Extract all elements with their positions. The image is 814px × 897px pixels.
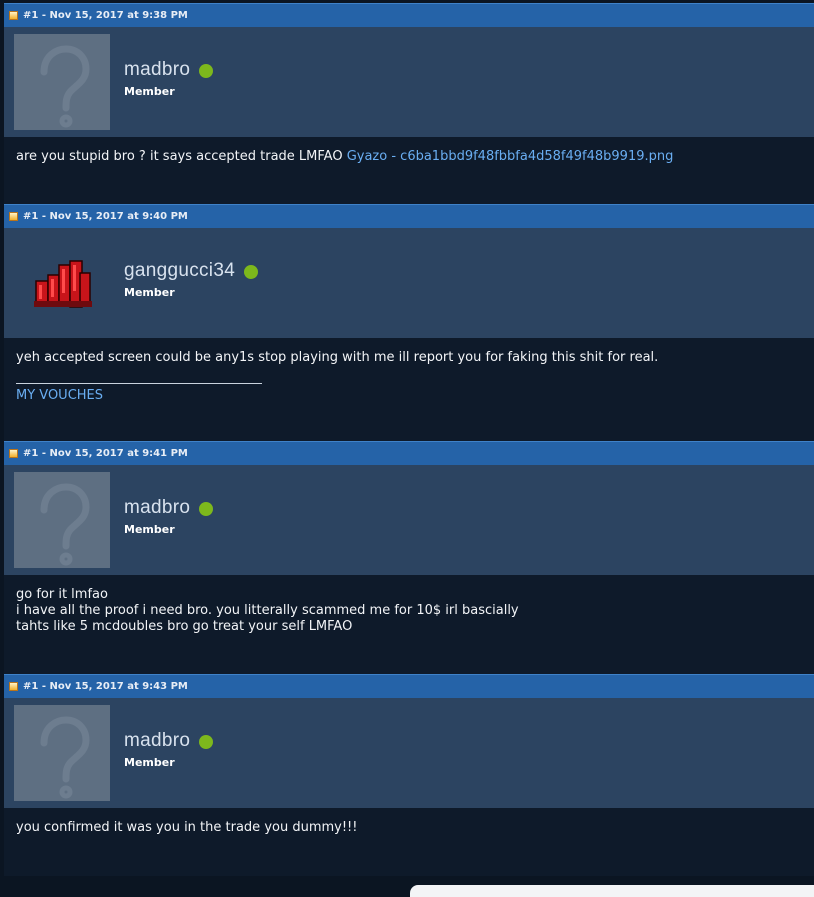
user-panel: madbro Member <box>4 698 814 808</box>
user-panel: madbro Member <box>4 27 814 137</box>
post-icon <box>9 682 18 691</box>
thread: #1 - Nov 15, 2017 at 9:38 PM madbro Memb… <box>4 3 814 876</box>
post: #1 - Nov 15, 2017 at 9:38 PM madbro Memb… <box>4 3 814 204</box>
post-text-line: tahts like 5 mcdoubles bro go treat your… <box>16 619 353 634</box>
post-permalink[interactable]: #1 - Nov 15, 2017 at 9:40 PM <box>23 211 188 222</box>
post-text-line: i have all the proof i need bro. you lit… <box>16 603 519 618</box>
user-title: Member <box>124 522 175 536</box>
user-title: Member <box>124 755 175 769</box>
bottom-edge-panel <box>410 885 814 897</box>
post-header: #1 - Nov 15, 2017 at 9:41 PM <box>4 441 814 465</box>
post: #1 - Nov 15, 2017 at 9:40 PM ganggucci34… <box>4 204 814 441</box>
post-body: go for it lmfao i have all the proof i n… <box>4 575 814 674</box>
default-avatar-icon[interactable] <box>14 472 110 568</box>
post: #1 - Nov 15, 2017 at 9:43 PM madbro Memb… <box>4 674 814 876</box>
username-link[interactable]: madbro <box>124 497 190 519</box>
post-icon <box>9 212 18 221</box>
username-link[interactable]: madbro <box>124 730 190 752</box>
user-title: Member <box>124 285 175 299</box>
post-permalink[interactable]: #1 - Nov 15, 2017 at 9:38 PM <box>23 10 188 21</box>
red-hand-avatar-icon[interactable] <box>14 235 110 331</box>
post-permalink[interactable]: #1 - Nov 15, 2017 at 9:41 PM <box>23 448 188 459</box>
post-body: are you stupid bro ? it says accepted tr… <box>4 137 814 204</box>
post-permalink[interactable]: #1 - Nov 15, 2017 at 9:43 PM <box>23 681 188 692</box>
post-header: #1 - Nov 15, 2017 at 9:43 PM <box>4 674 814 698</box>
signature-divider <box>16 383 262 384</box>
default-avatar-icon[interactable] <box>14 705 110 801</box>
user-panel: madbro Member <box>4 465 814 575</box>
post-icon <box>9 449 18 458</box>
user-title: Member <box>124 84 175 98</box>
post: #1 - Nov 15, 2017 at 9:41 PM madbro Memb… <box>4 441 814 674</box>
post-header: #1 - Nov 15, 2017 at 9:40 PM <box>4 204 814 228</box>
post-body: yeh accepted screen could be any1s stop … <box>4 338 814 441</box>
online-status-icon <box>199 501 214 516</box>
post-body: you confirmed it was you in the trade yo… <box>4 808 814 876</box>
username-link[interactable]: madbro <box>124 59 190 81</box>
online-status-icon <box>244 264 259 279</box>
username-link[interactable]: ganggucci34 <box>124 260 235 282</box>
post-icon <box>9 11 18 20</box>
post-text: you confirmed it was you in the trade yo… <box>16 820 358 835</box>
post-header: #1 - Nov 15, 2017 at 9:38 PM <box>4 3 814 27</box>
post-text: are you stupid bro ? it says accepted tr… <box>16 149 347 164</box>
default-avatar-icon[interactable] <box>14 34 110 130</box>
online-status-icon <box>199 734 214 749</box>
post-text-line: go for it lmfao <box>16 587 108 602</box>
my-vouches-link[interactable]: MY VOUCHES <box>16 388 103 404</box>
post-text: yeh accepted screen could be any1s stop … <box>16 350 659 365</box>
online-status-icon <box>199 63 214 78</box>
user-panel: ganggucci34 Member <box>4 228 814 338</box>
gyazo-link[interactable]: Gyazo - c6ba1bbd9f48fbbfa4d58f49f48b9919… <box>347 149 674 164</box>
